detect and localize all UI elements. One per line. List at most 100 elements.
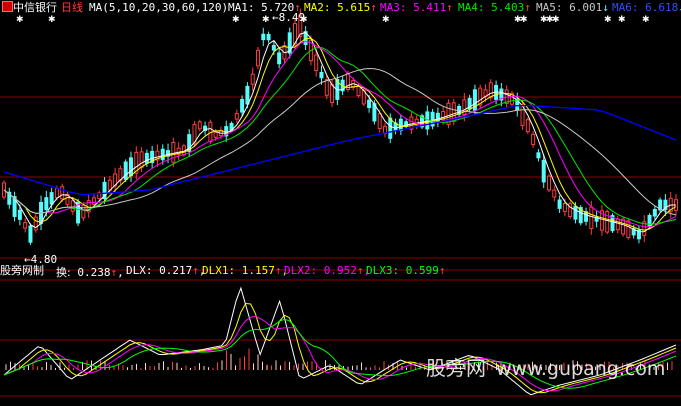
watermark-url: www.gupang.com — [496, 358, 666, 380]
candle-body — [388, 117, 393, 139]
candle-body — [123, 161, 128, 180]
ma4-label: MA4: — [458, 1, 485, 14]
candle-body — [70, 200, 75, 212]
candle-body — [266, 34, 271, 41]
dlx1-value: 1.157 — [241, 264, 275, 277]
signal-star: ✱ — [552, 15, 560, 25]
dlx-arrow: ↑ — [192, 264, 199, 277]
signal-star: ✱ — [604, 15, 612, 25]
huan-label: 换: — [56, 266, 71, 279]
moving-average-lines — [3, 31, 677, 233]
dlx-value: 0.217 — [159, 264, 193, 277]
candle-body — [128, 157, 133, 177]
stock-icon — [2, 1, 13, 12]
candle-body — [652, 208, 657, 217]
indicator-header: 股旁网制 — [0, 264, 44, 278]
candle-body — [536, 152, 541, 159]
huan-readout: 换: 0.238↑, — [56, 266, 124, 279]
ma3-label: MA3: — [380, 1, 407, 14]
signal-star: ✱ — [48, 15, 56, 25]
candle-body — [28, 225, 33, 243]
dlx1-readout: DLX1: 1.157↑, — [202, 264, 289, 277]
dlx3-value: 0.599 — [405, 264, 439, 277]
ma2-readout: MA2: 5.615↑ — [304, 1, 377, 14]
candle-body — [17, 209, 22, 220]
stock-chart[interactable]: ✱ ✱ ✱ ✱ ✱ ✱ ✱✱ ✱✱✱ ✱ ✱ ✱ — [0, 0, 681, 406]
candle-body — [615, 218, 620, 231]
signal-stars: ✱ ✱ ✱ ✱ ✱ ✱ ✱✱ ✱✱✱ ✱ ✱ ✱ — [16, 15, 650, 25]
candle-body — [356, 85, 361, 96]
ma6-label: MA6: — [612, 1, 639, 14]
candle-body — [160, 148, 165, 161]
stock-name[interactable]: 中信银行 — [13, 1, 57, 15]
candle-body — [240, 98, 245, 113]
main-chart-header: 中信银行 日线 MA(5,10,20,30,60,120) — [0, 1, 228, 15]
candle-body — [91, 197, 96, 205]
signal-star: ✱ — [382, 15, 390, 25]
signal-star: ✱ — [642, 15, 650, 25]
ma5-readout: MA5: 6.001↓ — [536, 1, 609, 14]
ma2-arrow: ↑ — [370, 1, 377, 14]
candle-body — [213, 131, 218, 138]
candle-body — [605, 211, 610, 233]
candle-body — [144, 152, 149, 164]
candle-body — [531, 133, 536, 146]
ma5-value: 6.001 — [569, 1, 603, 14]
candle-body — [573, 205, 578, 220]
ma2-label: MA2: — [304, 1, 331, 14]
candle-body — [314, 54, 319, 71]
ma1-label: MA1: — [228, 1, 255, 14]
signal-star: ✱ — [232, 15, 240, 25]
indicator-name[interactable]: 股旁网制 — [0, 264, 44, 278]
candle-body — [562, 203, 567, 212]
candle-body — [557, 199, 562, 209]
candle-body — [552, 189, 557, 198]
dlx1-arrow: ↑ — [274, 264, 282, 277]
ma3-arrow: ↑ — [446, 1, 453, 14]
huan-arrow: ↑ — [110, 266, 118, 279]
candle-body — [488, 82, 493, 99]
ma6-readout: MA6: 6.618↓ — [612, 1, 681, 14]
ma6-value: 6.618 — [645, 1, 679, 14]
signal-star: ✱ — [618, 15, 626, 25]
signal-star: ✱ — [520, 15, 528, 25]
dlx2-value: 0.952 — [323, 264, 357, 277]
candle-body — [255, 49, 260, 67]
candle-body — [234, 113, 239, 120]
dlx1-label: DLX1: — [202, 264, 236, 277]
site-watermark: 股旁网 www.gupang.com — [426, 352, 665, 381]
ma4-readout: MA4: 5.403↑ — [458, 1, 531, 14]
candle-body — [525, 119, 530, 133]
ma2-value: 5.615 — [337, 1, 371, 14]
candle-body — [60, 186, 65, 200]
candle-body — [541, 159, 546, 183]
candle-body — [245, 85, 250, 105]
dlx2-label: DLX2: — [284, 264, 318, 277]
candle-body — [367, 99, 372, 109]
signal-star: ✱ — [262, 15, 270, 25]
dlx3-readout: DLX3: 0.599↑ — [366, 264, 446, 277]
candle-body — [139, 151, 144, 168]
dlx2-readout: DLX2: 0.952↑, — [284, 264, 371, 277]
high-price-label: ←8.49 — [272, 11, 306, 24]
candle-body — [107, 179, 112, 191]
huan-value: 0.238 — [77, 266, 111, 279]
candle-body — [330, 83, 335, 103]
candle-body — [589, 206, 594, 229]
chart-period[interactable]: 日线 — [61, 1, 83, 15]
candle-body — [171, 141, 176, 163]
candle-body — [44, 197, 49, 211]
dlx2-arrow: ↑ — [356, 264, 364, 277]
candlestick-series — [2, 8, 678, 245]
candle-body — [277, 52, 282, 65]
candle-body — [547, 175, 552, 191]
watermark-site-name: 股旁网 — [426, 356, 486, 380]
candle-body — [324, 79, 329, 96]
candle-body — [23, 222, 28, 229]
candle-body — [54, 188, 59, 199]
signal-star: ✱ — [16, 15, 24, 25]
ma-params[interactable]: MA(5,10,20,30,60,120) — [89, 1, 228, 15]
candle-body — [250, 73, 255, 85]
candle-body — [261, 33, 266, 41]
dlx-label: DLX: — [126, 264, 153, 277]
